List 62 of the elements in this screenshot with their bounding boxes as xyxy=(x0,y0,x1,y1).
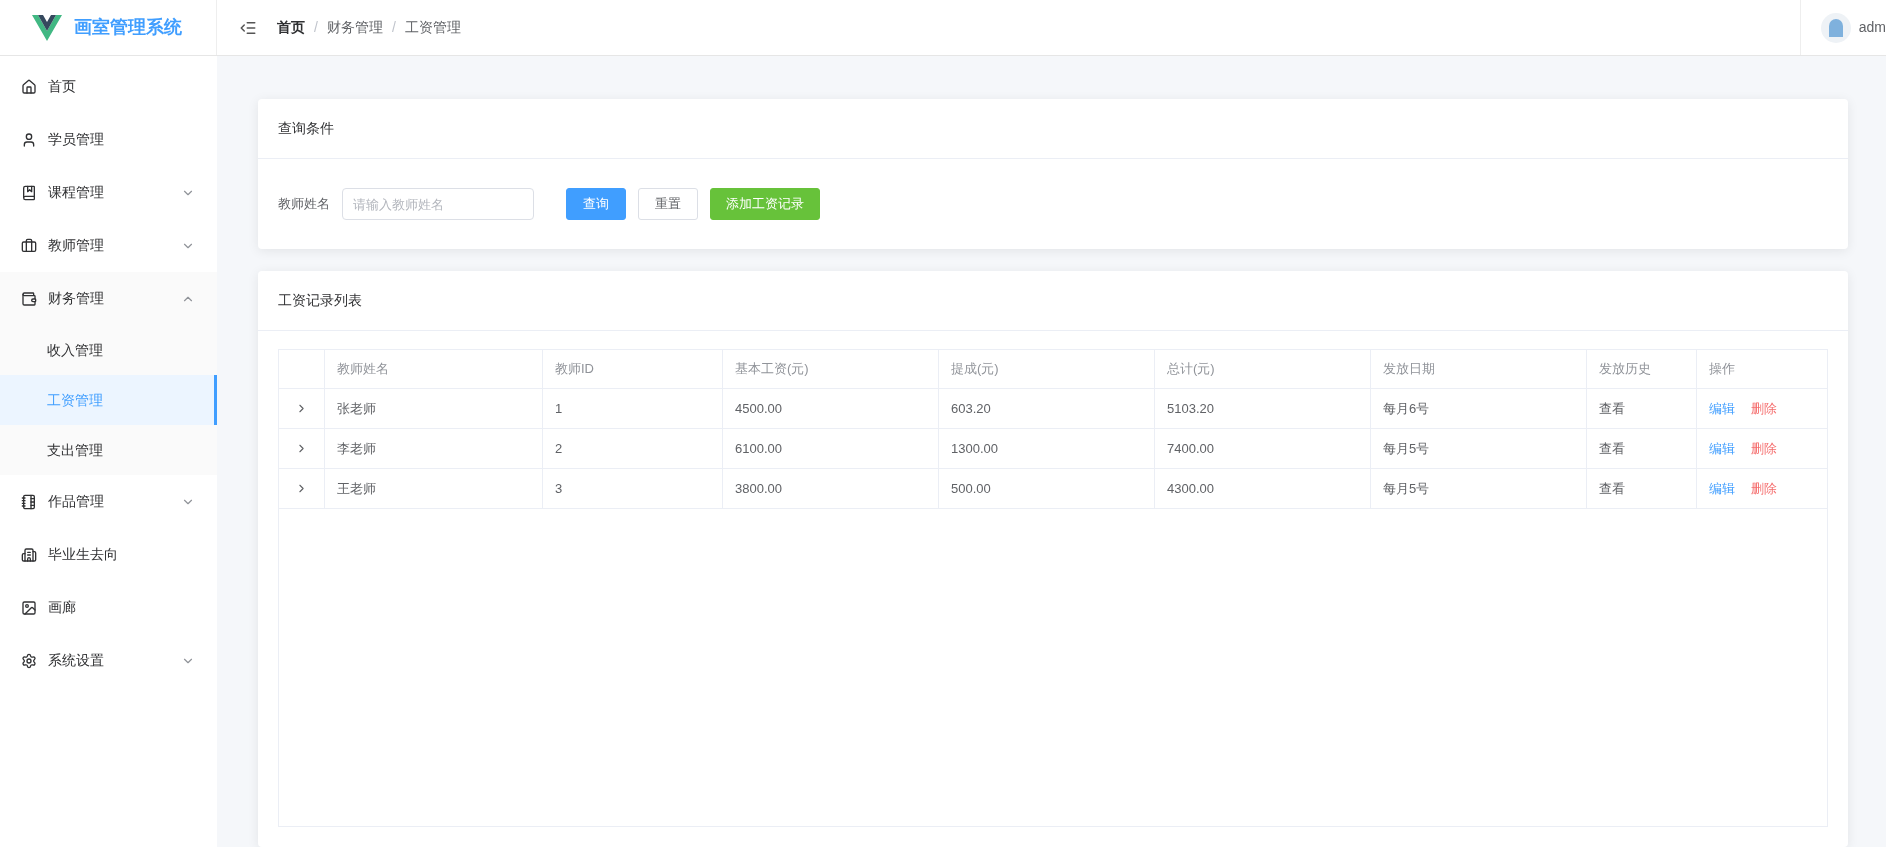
card-title: 查询条件 xyxy=(258,99,1848,159)
sidebar-item[interactable]: 课程管理 xyxy=(0,166,217,219)
column-header: 操作 xyxy=(1709,360,1735,379)
breadcrumb-item[interactable]: 首页 xyxy=(277,17,305,38)
sidebar-item[interactable]: 毕业生去向 xyxy=(0,528,217,581)
table-cell-text: 王老师 xyxy=(337,479,376,498)
table-cell-text: 1 xyxy=(555,399,563,418)
image-icon xyxy=(21,599,37,616)
column-header: 总计(元) xyxy=(1167,360,1215,379)
table-cell-text: 7400.00 xyxy=(1167,439,1214,458)
table-cell-text: 4300.00 xyxy=(1167,479,1214,498)
table-cell-text: 6100.00 xyxy=(735,439,782,458)
table-cell-text: 5103.20 xyxy=(1167,399,1214,418)
table-cell-text: 500.00 xyxy=(951,479,991,498)
column-header: 教师ID xyxy=(555,360,594,379)
sidebar-item[interactable]: 系统设置 xyxy=(0,634,217,687)
table-cell-text: 2 xyxy=(555,439,563,458)
view-history-button[interactable]: 查看 xyxy=(1599,438,1625,459)
table-cell-text: 李老师 xyxy=(337,439,376,458)
briefcase-icon xyxy=(21,237,37,254)
table-cell-text: 张老师 xyxy=(337,399,376,418)
table-cell-text: 每月5号 xyxy=(1383,479,1430,498)
table-cell-text: 每月5号 xyxy=(1383,439,1430,458)
home-icon xyxy=(21,78,37,95)
column-header: 发放日期 xyxy=(1383,360,1435,379)
book-icon xyxy=(21,184,37,201)
logo-icon xyxy=(32,14,62,41)
card-title: 工资记录列表 xyxy=(258,271,1848,331)
column-header: 基本工资(元) xyxy=(735,360,809,379)
user-name[interactable]: adm xyxy=(1858,17,1886,38)
sidebar-item[interactable]: 首页 xyxy=(0,60,217,113)
building-icon xyxy=(21,546,37,563)
breadcrumb-separator: / xyxy=(314,18,318,37)
view-history-button[interactable]: 查看 xyxy=(1599,478,1625,499)
table-cell-text: 3800.00 xyxy=(735,479,782,498)
table-cell-text: 603.20 xyxy=(951,399,991,418)
notebook-icon xyxy=(21,493,37,510)
app-title: 画室管理系统 xyxy=(74,16,182,39)
breadcrumb-separator: / xyxy=(391,18,396,37)
sidebar-item[interactable]: 教师管理 xyxy=(0,219,217,272)
sidebar-item[interactable]: 作品管理 xyxy=(0,475,217,528)
column-header: 发放历史 xyxy=(1599,360,1651,379)
column-header: 提成(元) xyxy=(951,360,999,379)
view-history-button[interactable]: 查看 xyxy=(1599,398,1625,419)
breadcrumb-item[interactable]: 工资管理 xyxy=(404,17,461,38)
breadcrumb-item[interactable]: 财务管理 xyxy=(326,17,383,38)
sidebar-item[interactable]: 财务管理 xyxy=(0,272,217,325)
table-cell-text: 3 xyxy=(555,479,563,498)
table-cell-text: 每月6号 xyxy=(1383,399,1430,418)
table-cell-text: 4500.00 xyxy=(735,399,782,418)
teacher-name-field[interactable]: 请输入教师姓名 xyxy=(342,188,534,220)
wallet-icon xyxy=(21,290,37,307)
settings-icon xyxy=(21,652,37,669)
table-cell-text: 1300.00 xyxy=(951,439,998,458)
sidebar-item[interactable]: 画廊 xyxy=(0,581,217,634)
submenu-item[interactable]: 支出管理 xyxy=(0,425,217,475)
column-header: 教师姓名 xyxy=(337,360,389,379)
submenu-item[interactable]: 收入管理 xyxy=(0,325,217,375)
reset-button[interactable]: 重置 xyxy=(638,188,698,220)
field-label: 教师姓名 xyxy=(278,195,330,214)
person-icon xyxy=(21,131,37,148)
sidebar-item[interactable]: 学员管理 xyxy=(0,113,217,166)
